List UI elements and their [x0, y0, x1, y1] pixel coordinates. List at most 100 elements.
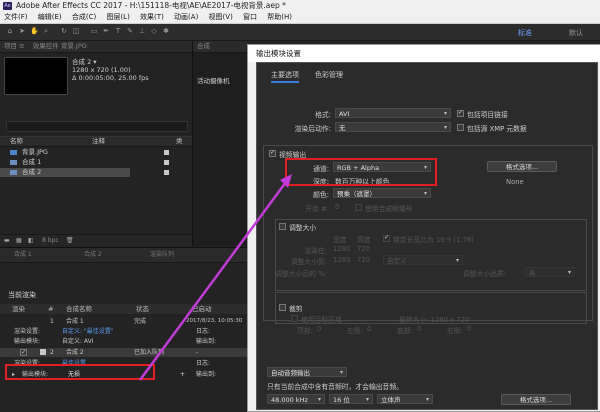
menu-effect[interactable]: 效果(T) — [140, 12, 164, 23]
project-item[interactable]: 背景.JPG — [0, 148, 185, 157]
include-xmp-checkbox[interactable] — [457, 124, 464, 131]
audio-output-select[interactable]: 自动音频输出 ▾ — [267, 367, 347, 377]
composition-info: 合成 2 ▾ 1280 x 720 (1.00) Δ 0:00:05:00, 2… — [72, 58, 149, 82]
crop-bottom-label: 底部: — [397, 327, 413, 335]
col-name[interactable]: 名称 — [10, 137, 23, 146]
project-item-selected[interactable]: 合成 2 — [0, 168, 130, 177]
render-at-height: 720 — [357, 245, 370, 253]
col-type[interactable]: 类 — [176, 137, 183, 146]
label-color-swatch[interactable] — [164, 160, 169, 165]
project-tab[interactable]: 项目 ≡ — [4, 42, 25, 50]
crop-left-label: 左侧: — [347, 327, 363, 335]
col-render[interactable]: 渲染 — [12, 304, 25, 314]
label-color-swatch[interactable] — [40, 349, 46, 355]
add-output-icon[interactable]: + — [180, 370, 185, 379]
render-settings-value[interactable]: 自定义: "最佳设置" — [62, 327, 113, 336]
tab-comp-1[interactable]: 合成 1 — [14, 248, 32, 262]
tab-comp-2[interactable]: 合成 2 — [84, 248, 102, 262]
crop-right-value[interactable]: 0 — [467, 325, 471, 333]
brush-tool-icon[interactable]: ✎ — [126, 27, 134, 35]
resize-to-width[interactable]: 1280 — [333, 256, 350, 264]
annotation-red-box — [285, 158, 437, 186]
project-search-input[interactable] — [6, 121, 188, 132]
use-comp-frame-checkbox[interactable] — [355, 204, 362, 211]
start-value[interactable]: 0 — [335, 203, 339, 211]
audio-bits-select[interactable]: 16 位 ▾ — [329, 394, 373, 404]
lock-ratio-checkbox[interactable] — [383, 234, 390, 242]
render-queue-panel: 合成 1 合成 2 渲染队列 当前渲染 渲染 # 合成名称 状态 已启动 1 合… — [0, 247, 247, 411]
render-checkbox[interactable] — [20, 348, 27, 357]
audio-rate-select[interactable]: 48.000 kHz ▾ — [267, 394, 325, 404]
project-item[interactable]: 合成 1 — [0, 158, 185, 167]
render-item-row[interactable]: 2 合成 2 已加入队列 - — [0, 348, 247, 357]
render-settings-row: 渲染设置: 自定义: "最佳设置" 日志: — [0, 327, 247, 336]
tab-render-queue[interactable]: 渲染队列 — [150, 248, 174, 262]
trash-icon[interactable]: 🗑 — [66, 235, 74, 246]
format-options-button[interactable]: 格式选项... — [487, 161, 557, 172]
audio-rate-value: 48.000 kHz — [271, 396, 308, 404]
crop-top-value[interactable]: 0 — [317, 325, 321, 333]
rotate-tool-icon[interactable]: ↻ — [60, 27, 68, 35]
rectangle-tool-icon[interactable]: ▭ — [90, 27, 98, 35]
menu-help[interactable]: 帮助(H) — [267, 12, 292, 23]
camera-tool-icon[interactable]: ◫ — [72, 27, 80, 35]
crop-left-value[interactable]: 0 — [367, 325, 371, 333]
resize-to-height[interactable]: 720 — [357, 256, 370, 264]
audio-note: 只有当前合成中含有音频时，才会输出音频。 — [267, 383, 403, 391]
audio-channels-select[interactable]: 立体声 ▾ — [377, 394, 433, 404]
label-color-swatch[interactable] — [164, 170, 169, 175]
new-comp-icon[interactable]: ▦ — [16, 235, 22, 246]
home-icon[interactable]: ⌂ — [6, 27, 14, 35]
bit-depth[interactable]: 8 bpc — [42, 235, 59, 246]
menu-window[interactable]: 窗口 — [243, 12, 257, 23]
menu-file[interactable]: 文件(F) — [4, 12, 28, 23]
render-item-row[interactable]: 1 合成 1 完成 2017/8/23, 10:05:30 — [0, 317, 247, 326]
eraser-tool-icon[interactable]: ◇ — [150, 27, 158, 35]
use-roi-checkbox[interactable] — [291, 315, 298, 322]
video-output-checkbox[interactable] — [269, 149, 276, 157]
viewer-tab[interactable]: 合成 — [197, 42, 210, 50]
include-project-link-checkbox[interactable] — [457, 109, 464, 117]
col-status[interactable]: 状态 — [136, 304, 149, 314]
tab-main-options[interactable]: 主要选项 — [271, 70, 299, 83]
col-tag[interactable]: # — [48, 304, 53, 314]
audio-format-options-button[interactable]: 格式选项... — [501, 394, 571, 405]
resize-quality-label: 调整大小品质: — [463, 270, 507, 278]
log-label: 日志: — [196, 328, 211, 335]
menu-composition[interactable]: 合成(C) — [72, 12, 96, 23]
workspace-standard[interactable]: 标准 — [518, 28, 532, 38]
color-select[interactable]: 预乘（遮罩） ▾ — [333, 188, 431, 198]
workspace-default[interactable]: 默认 — [569, 28, 583, 38]
zoom-tool-icon[interactable]: ⌕ — [42, 27, 50, 35]
col-comment[interactable]: 注释 — [92, 137, 105, 146]
type-tool-icon[interactable]: T — [114, 27, 122, 35]
post-render-select[interactable]: 无 ▾ — [335, 122, 451, 132]
color-settings-icon[interactable]: ◧ — [28, 235, 34, 246]
hand-tool-icon[interactable]: ✋ — [30, 27, 39, 35]
label-color-swatch[interactable] — [164, 150, 169, 155]
render-item-comp: 合成 1 — [66, 318, 84, 325]
resize-quality-select[interactable]: 高 ▾ — [525, 267, 575, 277]
resize-preset-select[interactable]: 自定义 ▾ — [383, 255, 463, 265]
use-comp-frame-label: 使用合成帧编号 — [365, 205, 413, 213]
col-started[interactable]: 已启动 — [192, 304, 212, 314]
puppet-tool-icon[interactable]: ✱ — [162, 27, 170, 35]
comp-name[interactable]: 合成 2 ▾ — [72, 58, 149, 66]
resize-checkbox[interactable] — [279, 223, 286, 230]
selection-tool-icon[interactable]: ➤ — [18, 27, 26, 35]
crop-checkbox[interactable] — [279, 304, 286, 311]
crop-bottom-value[interactable]: 0 — [417, 325, 421, 333]
output-module-value[interactable]: 自定义: AVI — [62, 337, 94, 346]
menu-view[interactable]: 视图(V) — [209, 12, 233, 23]
menu-edit[interactable]: 编辑(E) — [38, 12, 62, 23]
col-comp-name[interactable]: 合成名称 — [66, 304, 92, 314]
stamp-tool-icon[interactable]: ⊥ — [138, 27, 146, 35]
format-select[interactable]: AVI ▾ — [335, 108, 451, 118]
effect-controls-tab[interactable]: 效果控件 背景.JPG — [33, 42, 87, 50]
output-module-row: 输出模块: 自定义: AVI 输出到: — [0, 337, 247, 346]
menu-animation[interactable]: 动画(A) — [174, 12, 198, 23]
tab-color-management[interactable]: 色彩管理 — [315, 70, 343, 80]
menu-layer[interactable]: 图层(L) — [106, 12, 129, 23]
pen-tool-icon[interactable]: ✒ — [102, 27, 110, 35]
folder-icon[interactable]: ▬ — [4, 235, 10, 246]
